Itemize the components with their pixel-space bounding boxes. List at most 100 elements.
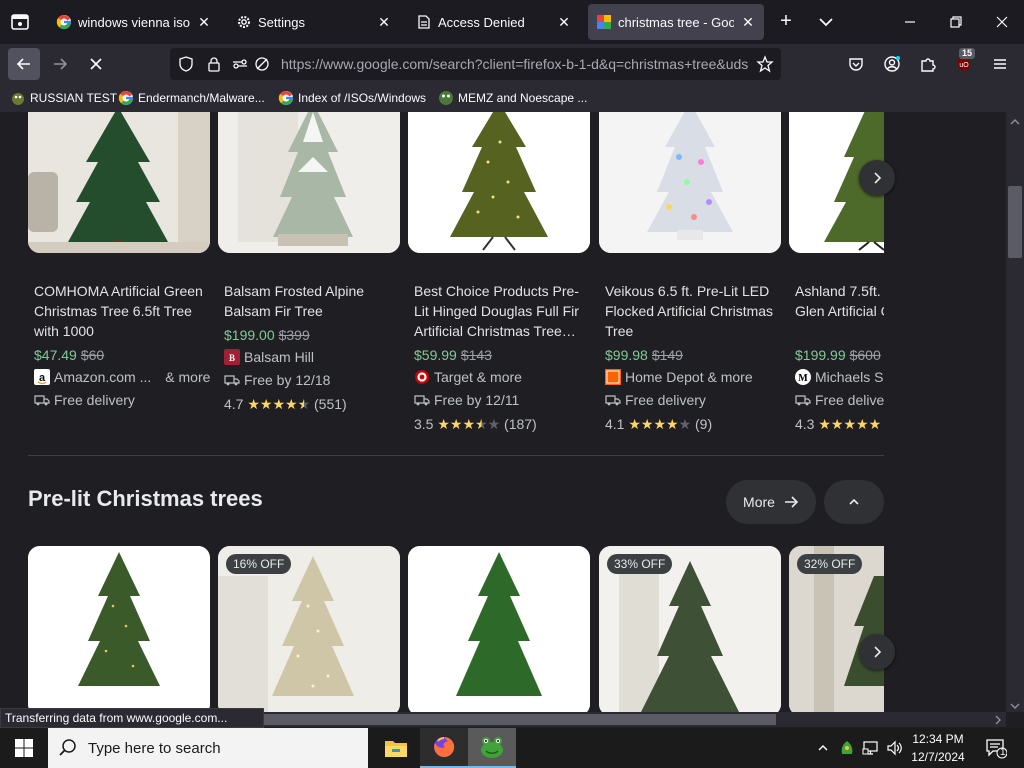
bookmarks-toolbar: RUSSIAN TEST Endermanch/Malware... Index… [0, 84, 1024, 112]
product-rating: 4.3 ★★★★★ [795, 416, 881, 433]
hamburger-menu-icon[interactable] [984, 48, 1016, 80]
tab-title: christmas tree - Googl [618, 14, 734, 30]
search-icon [59, 739, 76, 756]
chevron-down-icon[interactable] [814, 10, 838, 34]
truck-icon [34, 395, 50, 406]
close-tab-icon[interactable]: ✕ [740, 14, 756, 31]
rating-value: 4.1 [605, 416, 625, 432]
pocket-icon[interactable] [840, 48, 872, 80]
system-clock[interactable]: 12:34 PM 12/7/2024 [908, 730, 968, 766]
bookmark-label: MEMZ and Noescape ... [458, 91, 588, 105]
discount-badge: 16% OFF [226, 554, 292, 574]
old-price: $60 [80, 347, 105, 363]
taskbar-search-box[interactable]: Type here to search [48, 728, 368, 768]
frog-app-icon[interactable] [468, 728, 516, 768]
product-image[interactable] [28, 112, 210, 253]
tab-access-denied[interactable]: Access Denied ✕ [408, 4, 580, 40]
product-store[interactable]: B Balsam Hill [224, 349, 314, 365]
bookmark-memz[interactable]: MEMZ and Noescape ... [438, 90, 587, 106]
firefox-view-icon[interactable] [8, 10, 32, 34]
file-explorer-icon[interactable] [372, 728, 420, 768]
back-arrow-icon[interactable] [8, 48, 40, 80]
bookmark-endermanch[interactable]: Endermanch/Malware... [118, 90, 265, 106]
account-icon[interactable] [876, 48, 908, 80]
shipping-text: Free delive [815, 392, 884, 408]
product-image[interactable]: 16% OFF [218, 546, 400, 712]
more-button[interactable]: More [726, 480, 816, 524]
product-image[interactable] [599, 112, 781, 253]
bookmark-russian-test[interactable]: RUSSIAN TEST [10, 90, 117, 106]
product-store[interactable]: a Amazon.com ... & more [34, 369, 210, 385]
scroll-up-icon[interactable] [1009, 114, 1021, 125]
lock-icon[interactable] [206, 56, 222, 72]
google-icon [56, 14, 72, 30]
product-shipping: Free delivery [605, 392, 706, 408]
address-bar[interactable]: https://www.google.com/search?client=fir… [170, 48, 781, 80]
chevron-right-icon [874, 646, 882, 658]
show-hidden-icons-chevron-icon[interactable] [812, 728, 834, 768]
scroll-right-icon[interactable] [992, 713, 1004, 725]
review-count: (9) [695, 416, 713, 432]
forward-arrow-icon[interactable] [44, 48, 76, 80]
google-icon [278, 90, 294, 106]
product-image[interactable] [408, 112, 590, 253]
chevron-up-icon [849, 498, 859, 505]
amazon-icon: a [34, 369, 50, 385]
product-title[interactable]: COMHOMA Artificial Green Christmas Tree … [34, 281, 210, 341]
product-price: $59.99 $143 [414, 347, 492, 363]
current-price: $199.00 [224, 327, 275, 343]
product-image[interactable] [218, 112, 400, 253]
product-store[interactable]: Home Depot & more [605, 369, 753, 385]
product-store[interactable]: Target & more [414, 369, 522, 385]
truck-icon [224, 375, 240, 386]
close-tab-icon[interactable]: ✕ [376, 14, 392, 31]
bookmark-star-icon[interactable] [749, 48, 781, 80]
close-tab-icon[interactable]: ✕ [556, 14, 572, 31]
horizontal-scroll-thumb[interactable] [264, 714, 776, 725]
carousel-next-button[interactable] [859, 634, 895, 670]
vertical-scroll-thumb[interactable] [1008, 186, 1022, 258]
network-icon[interactable] [860, 728, 882, 768]
extensions-puzzle-icon[interactable] [912, 48, 944, 80]
product-title[interactable]: Balsam Frosted Alpine Balsam Fir Tree [224, 281, 400, 321]
old-price: $399 [278, 327, 310, 343]
tab-title: Access Denied [438, 14, 525, 30]
close-window-icon[interactable] [990, 10, 1014, 34]
product-price: $47.49 $60 [34, 347, 104, 363]
firefox-icon[interactable] [420, 728, 468, 768]
product-title[interactable]: Ashland 7.5ft. Quick Set Glen Artificial… [795, 281, 884, 321]
notification-center-icon[interactable]: 1 [976, 728, 1016, 768]
collapse-button[interactable] [824, 480, 884, 524]
tracking-blocked-icon[interactable] [254, 56, 270, 72]
product-image[interactable] [408, 546, 590, 712]
restore-icon[interactable] [944, 10, 968, 34]
scroll-down-icon[interactable] [1009, 698, 1021, 709]
product-image[interactable]: 32% OFF [789, 546, 884, 712]
close-tab-icon[interactable]: ✕ [196, 14, 212, 31]
product-store[interactable]: M Michaels S [795, 369, 883, 385]
shield-icon[interactable] [178, 56, 194, 72]
bookmark-index-isos[interactable]: Index of /ISOs/Windows [278, 90, 426, 106]
volume-icon[interactable] [884, 728, 906, 768]
product-image[interactable]: 33% OFF [599, 546, 781, 712]
truck-icon [605, 395, 621, 406]
tab-windows-vienna[interactable]: windows vienna iso - G ✕ [48, 4, 220, 40]
tab-settings[interactable]: Settings ✕ [228, 4, 400, 40]
tray-app-icon[interactable] [836, 728, 858, 768]
product-image[interactable] [28, 546, 210, 712]
permissions-icon[interactable] [232, 56, 248, 72]
navigation-toolbar: https://www.google.com/search?client=fir… [0, 44, 1024, 84]
minimize-icon[interactable] [898, 10, 922, 34]
tab-christmas-tree[interactable]: christmas tree - Googl ✕ [588, 4, 764, 40]
product-shipping: Free delive [795, 392, 884, 408]
product-title[interactable]: Veikous 6.5 ft. Pre-Lit LED Flocked Arti… [605, 281, 781, 341]
windows-taskbar: Type here to search 12:34 PM 12/7/2024 1 [0, 728, 1024, 768]
new-tab-icon[interactable]: + [774, 10, 798, 34]
rating-value: 4.7 [224, 396, 244, 412]
bookmark-label: RUSSIAN TEST [30, 91, 118, 105]
product-title[interactable]: Best Choice Products Pre-Lit Hinged Doug… [414, 281, 590, 341]
windows-start-button[interactable] [0, 728, 48, 768]
stop-loading-icon[interactable] [80, 48, 112, 80]
status-text: Transferring data from www.google.com... [0, 708, 264, 728]
carousel-next-button[interactable] [859, 160, 895, 196]
